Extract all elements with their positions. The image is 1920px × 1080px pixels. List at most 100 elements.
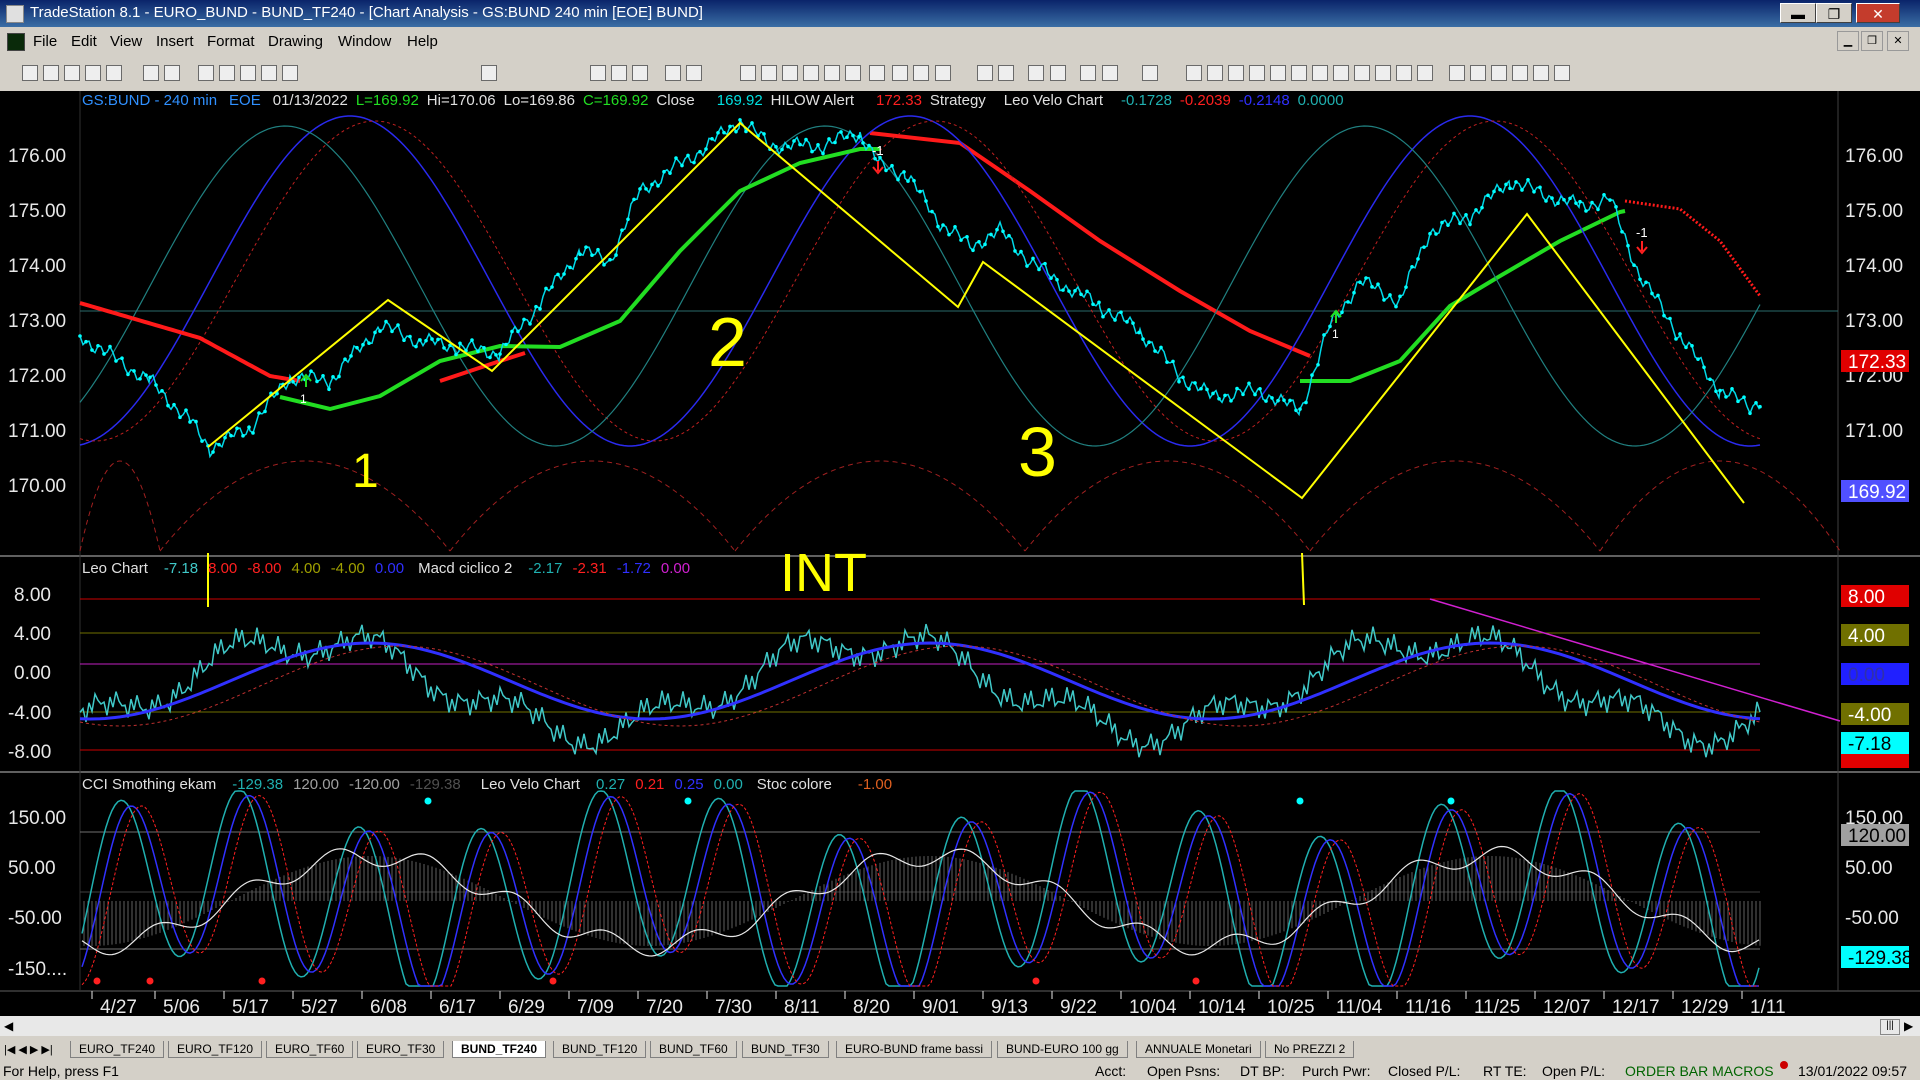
tab-euro-tf240[interactable]: EURO_TF240 (70, 1041, 165, 1058)
refresh-icon[interactable] (686, 65, 702, 81)
zoom-in-icon[interactable] (977, 65, 993, 81)
paint-bar-icon[interactable] (803, 65, 819, 81)
menu-file[interactable]: File (33, 33, 57, 50)
zoom-out-icon[interactable] (998, 65, 1014, 81)
mdi-restore-button[interactable]: ❐ (1861, 31, 1883, 51)
crosshair-icon[interactable] (1050, 65, 1066, 81)
speed-line-icon[interactable] (1291, 65, 1307, 81)
scroll-thumb[interactable]: ||| (1880, 1019, 1900, 1035)
tab-no-prezzi[interactable]: No PREZZI 2 (1265, 1041, 1355, 1058)
candle-icon[interactable] (632, 65, 648, 81)
strategy-icon[interactable] (782, 65, 798, 81)
workspace-icon[interactable] (64, 65, 80, 81)
tab-euro-tf120[interactable]: EURO_TF120 (168, 1041, 263, 1058)
pencil-icon[interactable] (1417, 65, 1433, 81)
arc-icon[interactable] (1396, 65, 1412, 81)
arrow-down-icon (872, 161, 884, 175)
trendline-icon[interactable] (1186, 65, 1202, 81)
tools-icon[interactable] (1080, 65, 1096, 81)
menu-view[interactable]: View (110, 33, 142, 50)
tab-bund-tf60[interactable]: BUND_TF60 (650, 1041, 737, 1058)
tab-annuale[interactable]: ANNUALE Monetari (1136, 1041, 1261, 1058)
pointer-icon[interactable] (1028, 65, 1044, 81)
gann-icon[interactable] (1270, 65, 1286, 81)
date-tick: 7/30 (715, 997, 752, 1016)
menu-help[interactable]: Help (407, 33, 438, 50)
tab-bund-tf120[interactable]: BUND_TF120 (553, 1041, 647, 1058)
compress-icon[interactable] (913, 65, 929, 81)
regression-icon[interactable] (1312, 65, 1328, 81)
lock-icon[interactable] (240, 65, 256, 81)
menu-format[interactable]: Format (207, 33, 255, 50)
ellipse-icon[interactable] (1512, 65, 1528, 81)
tag-m50: -50.00 (1845, 908, 1899, 929)
tab-euro-tf30[interactable]: EURO_TF30 (357, 1041, 445, 1058)
menu-window[interactable]: Window (338, 33, 391, 50)
svg-text:150.00: 150.00 (8, 808, 66, 829)
new-icon[interactable] (22, 65, 38, 81)
arrow-up-icon[interactable] (1491, 65, 1507, 81)
scroll-right-icon[interactable]: ▶ (1904, 1019, 1913, 1033)
chart-window[interactable]: 1 2 3 INT -1 -1 1 1 GS:BUND - 240 min EOE… (0, 91, 1920, 1032)
mdi-close-button[interactable]: ✕ (1887, 31, 1909, 51)
mdi-minimize-button[interactable]: ▁ (1837, 31, 1859, 51)
date-tick: 9/13 (991, 997, 1028, 1016)
link-icon[interactable] (198, 65, 214, 81)
color-icon[interactable] (282, 65, 298, 81)
chart-type-icon[interactable] (590, 65, 606, 81)
panel2-axis-left: 8.00 4.00 0.00 -4.00 -8.00 (8, 585, 51, 763)
toolbar: ▼ (0, 57, 1920, 141)
status-acct: Acct: (1095, 1063, 1127, 1079)
expand-icon[interactable] (892, 65, 908, 81)
minimize-button[interactable]: ▬ (1780, 3, 1816, 23)
drawing-icon[interactable] (261, 65, 277, 81)
date-tick: 10/25 (1267, 997, 1315, 1016)
menu-edit[interactable]: Edit (71, 33, 97, 50)
horizontal-lines-icon[interactable] (1228, 65, 1244, 81)
status-order-bar[interactable]: ORDER BAR MACROS (1625, 1063, 1774, 1079)
menu-insert[interactable]: Insert (156, 33, 194, 50)
search-icon[interactable] (481, 65, 497, 81)
text-icon[interactable] (1554, 65, 1570, 81)
svg-text:171.00: 171.00 (1845, 421, 1903, 442)
showme-icon[interactable] (824, 65, 840, 81)
channel-icon[interactable] (1333, 65, 1349, 81)
new-window-icon[interactable] (85, 65, 101, 81)
disabled-icon[interactable] (1142, 65, 1158, 81)
scroll-left-icon[interactable]: ◀ (4, 1019, 13, 1033)
tab-euro-bund-frame[interactable]: EURO-BUND frame bassi (836, 1041, 993, 1058)
data-window-icon[interactable] (1102, 65, 1118, 81)
maximize-button[interactable]: ❐ (1816, 3, 1852, 23)
tab-bund-euro-100[interactable]: BUND-EURO 100 gg (997, 1041, 1128, 1058)
save-icon[interactable] (106, 65, 122, 81)
open-icon[interactable] (43, 65, 59, 81)
indicator-icon[interactable] (761, 65, 777, 81)
fib-icon[interactable] (1249, 65, 1265, 81)
insert-analysis-icon[interactable] (740, 65, 756, 81)
chart-canvas[interactable]: 1 2 3 INT -1 -1 1 1 GS:BUND - 240 min EOE… (0, 91, 1920, 1018)
tab-euro-tf60[interactable]: EURO_TF60 (266, 1041, 354, 1058)
horizontal-scrollbar[interactable]: ◀ ||| ▶ (0, 1016, 1920, 1036)
bar-chart-icon[interactable] (611, 65, 627, 81)
arrows-icon[interactable] (1354, 65, 1370, 81)
window-title: TradeStation 8.1 - EURO_BUND - BUND_TF24… (30, 4, 703, 21)
close-button[interactable]: ✕ (1856, 3, 1900, 23)
rectangle-icon[interactable] (1533, 65, 1549, 81)
menu-drawing[interactable]: Drawing (268, 33, 323, 50)
print-icon[interactable] (164, 65, 180, 81)
tab-bund-tf240[interactable]: BUND_TF240 (452, 1041, 547, 1058)
curve-icon[interactable] (1449, 65, 1465, 81)
probability-icon[interactable] (845, 65, 861, 81)
tab-bund-tf30[interactable]: BUND_TF30 (742, 1041, 829, 1058)
line-chart-icon[interactable] (665, 65, 681, 81)
tab-nav-icon[interactable]: |◀ ◀ ▶ ▶| (4, 1043, 53, 1056)
scroll-icon[interactable] (935, 65, 951, 81)
print-preview-icon[interactable] (143, 65, 159, 81)
time-zone-icon[interactable] (1375, 65, 1391, 81)
activity-bar-icon[interactable] (869, 65, 885, 81)
svg-text:171.00: 171.00 (8, 421, 66, 442)
format-icon[interactable] (219, 65, 235, 81)
date-tick: 9/22 (1060, 997, 1097, 1016)
arrow-down-icon[interactable] (1470, 65, 1486, 81)
vertical-lines-icon[interactable] (1207, 65, 1223, 81)
